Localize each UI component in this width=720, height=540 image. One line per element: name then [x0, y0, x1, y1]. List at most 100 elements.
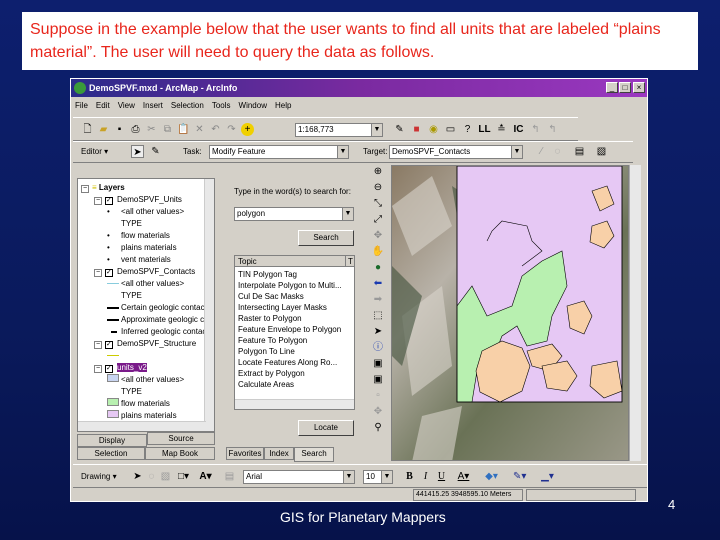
attributes-icon[interactable]: ▤: [573, 145, 586, 158]
tab-selection[interactable]: Selection: [77, 447, 145, 460]
menu-file[interactable]: File: [75, 98, 88, 114]
tab-index[interactable]: Index: [264, 447, 294, 460]
toc-scrollbar[interactable]: [204, 179, 214, 431]
chevron-down-icon[interactable]: ▼: [342, 208, 353, 220]
pan-icon[interactable]: ✋: [372, 245, 385, 258]
checkbox-icon[interactable]: ✓: [105, 341, 113, 349]
font-size-combo[interactable]: 10 ▼: [363, 470, 393, 484]
result-item[interactable]: TIN Polygon Tag: [238, 269, 342, 280]
toc-item[interactable]: <all other values>: [81, 278, 214, 290]
chevron-down-icon[interactable]: ▼: [371, 124, 382, 136]
toc-item[interactable]: TYPE: [81, 386, 214, 398]
zoom-in-icon[interactable]: ⊕: [372, 165, 385, 178]
result-item[interactable]: Polygon To Line: [238, 346, 342, 357]
tool-icon[interactable]: ✥: [372, 405, 385, 418]
toc-item[interactable]: • flow materials: [81, 230, 214, 242]
checkbox-icon[interactable]: ✓: [105, 365, 113, 373]
collapse-icon[interactable]: −: [94, 269, 102, 277]
menu-window[interactable]: Window: [239, 98, 267, 114]
tool-icon[interactable]: ≛: [495, 123, 508, 136]
font-combo[interactable]: Arial ▼: [243, 470, 355, 484]
tool-icon[interactable]: ▫: [372, 389, 385, 402]
back-icon[interactable]: ⬅: [372, 277, 385, 290]
checkbox-icon[interactable]: ✓: [105, 269, 113, 277]
search-button[interactable]: Search: [298, 230, 354, 246]
toc-item[interactable]: − ≡ Layers: [81, 182, 214, 194]
toc-item[interactable]: [81, 350, 214, 362]
editor-toolbar-icon[interactable]: ✎: [393, 123, 406, 136]
search-input[interactable]: polygon ▼: [234, 207, 354, 221]
zoom-whole-page-icon[interactable]: ▧: [159, 470, 172, 483]
redo-icon[interactable]: ↷: [225, 123, 238, 136]
tab-search[interactable]: Search: [294, 447, 334, 462]
result-item[interactable]: Interpolate Polygon to Multi...: [238, 280, 342, 291]
add-data-icon[interactable]: +: [241, 123, 254, 136]
toc-hscrollbar[interactable]: [78, 421, 206, 431]
tab-source[interactable]: Source: [147, 432, 215, 445]
copy-icon[interactable]: ⧉: [161, 123, 174, 136]
tab-map-book[interactable]: Map Book: [145, 447, 215, 460]
italic-button[interactable]: I: [419, 470, 432, 483]
marker-color-icon[interactable]: ▁▾: [541, 470, 554, 483]
new-icon[interactable]: 🗋: [81, 123, 94, 136]
scale-combo[interactable]: 1:168,773 ▼: [295, 123, 383, 137]
toc-item[interactable]: TYPE: [81, 218, 214, 230]
chevron-down-icon[interactable]: ▼: [337, 146, 348, 158]
toc-item[interactable]: TYPE: [81, 290, 214, 302]
arctoolbox-icon[interactable]: ■: [410, 123, 423, 136]
toc-item[interactable]: Approximate geologic contact: [81, 314, 214, 326]
close-button[interactable]: ×: [633, 82, 645, 93]
menu-insert[interactable]: Insert: [143, 98, 163, 114]
toc-item[interactable]: − ✓ DemoSPVF_Units: [81, 194, 214, 206]
fill-color-icon[interactable]: ◆▾: [485, 470, 498, 483]
toc-item[interactable]: − ✓ DemoSPVF_Contacts: [81, 266, 214, 278]
result-item[interactable]: Locate Features Along Ro...: [238, 357, 342, 368]
toc-item[interactable]: • <all other values>: [81, 206, 214, 218]
collapse-icon[interactable]: −: [94, 341, 102, 349]
toc-item[interactable]: • plains materials: [81, 242, 214, 254]
full-extent-icon[interactable]: ●: [372, 261, 385, 274]
zoom-out-icon[interactable]: ⊖: [372, 181, 385, 194]
results-hscrollbar[interactable]: [235, 399, 354, 409]
collapse-icon[interactable]: −: [94, 365, 102, 373]
tool-icon[interactable]: ↰: [546, 123, 559, 136]
toc-item[interactable]: flow materials: [81, 398, 214, 410]
tool-icon[interactable]: ↰: [529, 123, 542, 136]
column-type[interactable]: T: [345, 256, 353, 267]
ll-icon[interactable]: LL: [478, 123, 491, 136]
sketch-properties-icon[interactable]: ▧: [595, 145, 608, 158]
toc-item[interactable]: Inferred geologic contact: [81, 326, 214, 338]
result-item[interactable]: Raster to Polygon: [238, 313, 342, 324]
result-item[interactable]: Intersecting Layer Masks: [238, 302, 342, 313]
edit-tool-icon[interactable]: ➤: [131, 145, 144, 158]
sketch-tool-icon[interactable]: ✎: [149, 145, 162, 158]
font-color-icon[interactable]: A▾: [457, 470, 470, 483]
toc-item[interactable]: − ✓ DemoSPVF_Structure: [81, 338, 214, 350]
print-icon[interactable]: ⎙: [129, 123, 142, 136]
toc-item[interactable]: • vent materials: [81, 254, 214, 266]
select-elements-icon[interactable]: ➤: [372, 325, 385, 338]
column-topic[interactable]: Topic: [238, 257, 257, 266]
chevron-down-icon[interactable]: ▼: [381, 471, 392, 483]
collapse-icon[interactable]: −: [94, 197, 102, 205]
select-features-icon[interactable]: ⬚: [372, 309, 385, 322]
rectangle-icon[interactable]: □▾: [177, 470, 190, 483]
chevron-down-icon[interactable]: ▼: [511, 146, 522, 158]
open-icon[interactable]: ▰: [97, 123, 110, 136]
rotate-tool-icon[interactable]: ◌: [551, 145, 564, 158]
cut-icon[interactable]: ✂: [145, 123, 158, 136]
maximize-button[interactable]: □: [619, 82, 631, 93]
editor-menu[interactable]: Editor ▾: [81, 147, 108, 156]
ic-icon[interactable]: IC: [512, 123, 525, 136]
minimize-button[interactable]: _: [606, 82, 618, 93]
result-item[interactable]: Calculate Areas: [238, 379, 342, 390]
menu-help[interactable]: Help: [275, 98, 291, 114]
split-tool-icon[interactable]: ⁄: [535, 145, 548, 158]
toc-item[interactable]: − ✓ units_v2: [81, 362, 214, 374]
paste-icon[interactable]: 📋: [177, 123, 190, 136]
delete-icon[interactable]: ✕: [193, 123, 206, 136]
drawing-menu[interactable]: Drawing ▾: [81, 472, 117, 481]
window-icon[interactable]: ▭: [444, 123, 457, 136]
result-item[interactable]: Cul De Sac Masks: [238, 291, 342, 302]
menu-selection[interactable]: Selection: [171, 98, 204, 114]
